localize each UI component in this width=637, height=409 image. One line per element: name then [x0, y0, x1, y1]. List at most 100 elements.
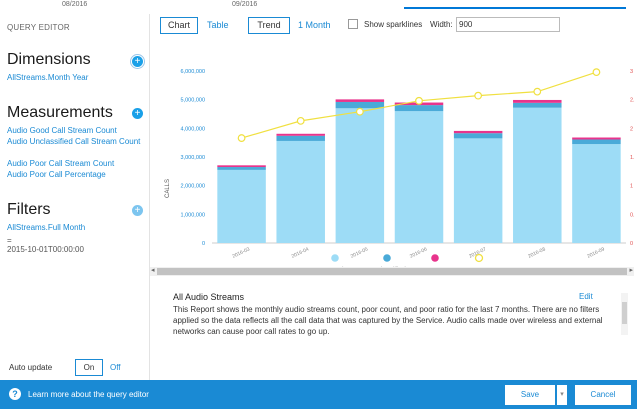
x-tick-label: 2016-06 [409, 246, 428, 259]
measurement-item[interactable]: Audio Poor Call Percentage [7, 169, 149, 180]
bar-segment-unclassified [394, 105, 444, 112]
report-panel: All Audio Streams Edit This Report shows… [150, 280, 637, 380]
help-icon[interactable]: ? [9, 388, 21, 400]
poor-percent-point [296, 116, 305, 125]
bars-group [217, 99, 621, 244]
dimensions-heading: Dimensions [7, 51, 91, 68]
filters-heading: Filters [7, 201, 51, 218]
one-month-link[interactable]: 1 Month [298, 20, 331, 30]
legend-marker [431, 254, 439, 262]
x-tick-label: 2016-03 [232, 246, 251, 259]
stacked-bar-chart: 0 1,000,000 2,000,000 3,000,000 4,000,000 5,0… [165, 68, 635, 274]
bar-segment-unclassified [513, 102, 562, 108]
scroll-left-icon[interactable]: ◂ [151, 266, 155, 274]
width-input[interactable]: 900 [456, 17, 560, 32]
bar-segment-poor [453, 130, 503, 134]
poor-percent-point [355, 107, 364, 116]
bar-segment-unclassified [276, 135, 325, 141]
add-measurement-icon[interactable]: + [132, 108, 143, 119]
y2-tick-label: 2 [630, 126, 633, 132]
add-filter-icon[interactable]: + [132, 205, 143, 216]
x-tick-label: 2016-04 [291, 246, 310, 259]
show-sparklines-checkbox[interactable] [348, 19, 358, 29]
add-dimension-icon[interactable]: + [130, 54, 145, 69]
width-label: Width: [430, 20, 453, 29]
table-view-link[interactable]: Table [207, 20, 229, 30]
query-editor-panel: QUERY EDITOR Dimensions + AllStreams.Mon… [0, 14, 150, 380]
bar-segment-unclassified [453, 133, 503, 139]
poor-percent-point [415, 96, 423, 105]
bar-segment-poor [513, 99, 562, 103]
legend-marker [474, 253, 484, 263]
auto-update-off-button[interactable]: Off [110, 363, 121, 372]
measurement-item[interactable]: Audio Good Call Stream Count [7, 125, 149, 136]
x-tick-label: 2016-05 [350, 246, 369, 259]
chart-view-button[interactable]: Chart [160, 17, 198, 34]
trend-button[interactable]: Trend [248, 17, 290, 34]
report-vertical-scrollbar[interactable] [621, 293, 628, 335]
report-title: All Audio Streams [173, 292, 245, 302]
y2-tick-label: 0 [630, 241, 633, 247]
y-tick-label: 6,000,000 [181, 69, 205, 75]
auto-update-label: Auto update [9, 363, 53, 372]
query-editor-title: QUERY EDITOR [7, 23, 70, 32]
bar-segment-unclassified [335, 101, 385, 109]
chart-horizontal-scrollbar[interactable]: ◂ ▸ [150, 267, 634, 276]
measurement-item[interactable]: Audio Poor Call Stream Count [7, 158, 149, 169]
scroll-right-icon[interactable]: ▸ [629, 266, 633, 274]
y2-tick-label: 1. [630, 155, 635, 161]
bar-segment-unclassified [217, 167, 266, 170]
y2-tick-label: 1 [630, 184, 633, 190]
y-axis-ticks: 0 1,000,000 2,000,000 3,000,000 4,000,000 5,0… [181, 69, 205, 247]
report-scrollbar-thumb[interactable] [622, 302, 627, 324]
y-tick-label: 5,000,000 [181, 98, 205, 104]
show-sparklines-label: Show sparklines [364, 20, 423, 29]
bar-segment-good [217, 169, 266, 243]
bar-segment-good [453, 138, 503, 243]
y2-axis-ticks: 0 0. 1 1. 2 2. 3 [630, 69, 635, 247]
top-strip: 08/2016 09/2016 [0, 0, 637, 14]
measurements-heading: Measurements [7, 104, 113, 121]
bar-segment-poor [335, 99, 385, 102]
measurement-item[interactable]: Audio Unclassified Call Stream Count [7, 136, 149, 147]
scrollbar-thumb[interactable] [157, 268, 627, 275]
bar-segment-good [276, 140, 325, 243]
bar-segment-poor [217, 165, 266, 168]
footer-bar: ? Learn more about the query editor Save… [0, 380, 637, 409]
filter-value: 2015-10-01T00:00:00 [7, 245, 84, 254]
y2-tick-label: 3 [630, 69, 633, 75]
y-tick-label: 2,000,000 [181, 184, 205, 190]
bar-segment-poor [572, 137, 621, 140]
dimension-item[interactable]: AllStreams.Month Year [7, 72, 149, 83]
y-tick-label: 0 [202, 241, 205, 247]
report-edit-link[interactable]: Edit [579, 292, 593, 301]
top-accent-line [404, 7, 626, 9]
help-link[interactable]: Learn more about the query editor [28, 390, 149, 399]
bar-segment-good [513, 107, 562, 244]
bar-segment-good [572, 144, 621, 243]
save-button[interactable]: Save [505, 385, 555, 405]
auto-update-control: Auto update On Off [0, 357, 150, 381]
y-tick-label: 1,000,000 [181, 212, 205, 218]
y-tick-label: 4,000,000 [181, 126, 205, 132]
bar-segment-good [335, 108, 385, 244]
poor-percent-point [237, 134, 246, 142]
x-tick-label: 2016-08 [527, 246, 546, 259]
y-axis-label: CALLS [165, 179, 171, 198]
auto-update-on-button[interactable]: On [75, 359, 103, 376]
legend-marker [383, 254, 391, 262]
save-dropdown-icon[interactable]: ▾ [557, 385, 567, 405]
poor-percent-point [592, 68, 601, 77]
x-axis-ticks: 2016-03 2016-04 2016-05 2016-06 2016-07 2016-… [232, 246, 606, 259]
bar-segment-good [394, 111, 444, 243]
bar-segment-poor [276, 133, 325, 136]
filter-operator: = [7, 236, 12, 245]
cancel-button[interactable]: Cancel [575, 385, 631, 405]
top-left-date: 08/2016 [62, 1, 88, 8]
top-right-date: 09/2016 [232, 1, 258, 8]
poor-percent-point [533, 87, 542, 96]
y-tick-label: 3,000,000 [181, 155, 205, 161]
report-description: This Report shows the monthly audio stre… [173, 305, 603, 336]
filter-field[interactable]: AllStreams.Full Month [7, 222, 149, 233]
x-tick-label: 2016-09 [586, 246, 605, 259]
